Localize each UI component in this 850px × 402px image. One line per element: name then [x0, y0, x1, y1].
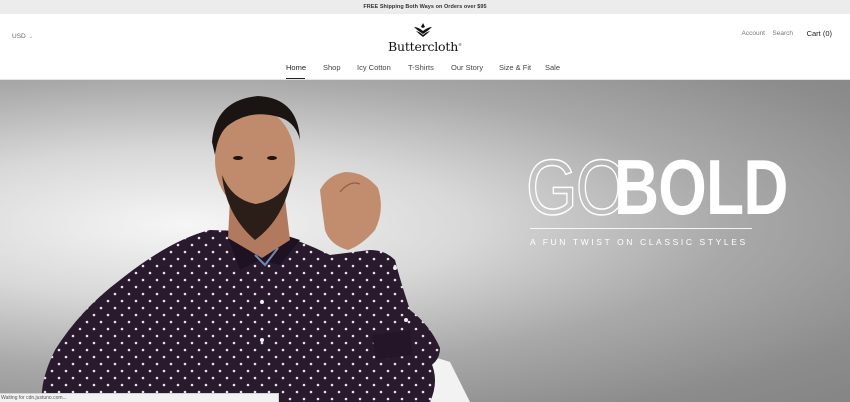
hero-headline: GO BOLD [525, 143, 788, 231]
nav-t-shirts[interactable]: T-Shirts [408, 63, 434, 72]
registered-mark: ® [458, 41, 462, 47]
main-nav: Home Shop Icy Cotton T-Shirts Our Story … [0, 63, 850, 80]
chevron-down-icon: ⌄ [28, 33, 33, 40]
leaf-crest-icon [414, 23, 432, 37]
hero-tagline: A FUN TWIST ON CLASSIC STYLES [530, 237, 748, 247]
cart-link[interactable]: Cart (0) [807, 29, 832, 38]
announcement-bar: FREE Shipping Both Ways on Orders over $… [0, 0, 850, 14]
headline-solid-text: BOLD [614, 143, 788, 231]
nav-size-fit[interactable]: Size & Fit [499, 63, 531, 72]
hero-model-image [41, 96, 470, 402]
site-logo[interactable]: Buttercloth® [388, 22, 462, 62]
nav-shop[interactable]: Shop [323, 63, 341, 72]
browser-status-bar: Waiting for cdn.justuno.com... [0, 393, 279, 402]
currency-selector[interactable]: USD ⌄ [12, 33, 33, 40]
headline-divider [530, 228, 752, 229]
currency-label: USD [12, 33, 26, 40]
search-link[interactable]: Search [772, 30, 793, 37]
nav-sale[interactable]: Sale [545, 63, 560, 72]
headline-outline-text: GO [525, 143, 628, 231]
announcement-text: FREE Shipping Both Ways on Orders over $… [363, 4, 487, 10]
logo-text: Buttercloth [388, 39, 459, 54]
nav-home[interactable]: Home [286, 63, 306, 72]
nav-icy-cotton[interactable]: Icy Cotton [357, 63, 391, 72]
site-header: USD ⌄ Buttercloth® Account Search Cart (… [0, 14, 850, 80]
nav-active-indicator [286, 78, 305, 79]
account-link[interactable]: Account [742, 30, 766, 37]
nav-our-story[interactable]: Our Story [451, 63, 483, 72]
